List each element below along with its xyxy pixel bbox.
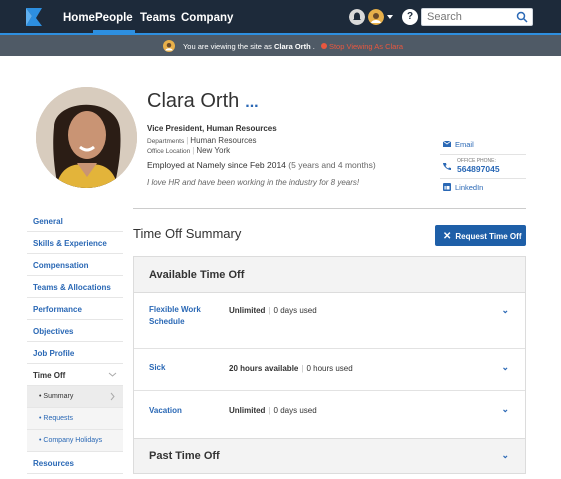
close-icon: ✕ bbox=[443, 231, 452, 242]
available-time-off-header: Available Time Off bbox=[134, 257, 525, 293]
nav-company[interactable]: Company bbox=[181, 0, 233, 33]
time-off-primary: 20 hours available bbox=[229, 364, 299, 373]
request-time-off-button[interactable]: ✕ Request Time Off bbox=[435, 225, 526, 246]
profile-name-row: Clara Orth... bbox=[147, 90, 259, 113]
namely-logo-icon[interactable] bbox=[22, 6, 46, 28]
chevron-down-icon[interactable] bbox=[385, 9, 395, 25]
profile-job-title: Vice President, Human Resources bbox=[147, 124, 277, 133]
profile-bio: I love HR and have been working in the i… bbox=[147, 178, 360, 187]
linkedin-label: LinkedIn bbox=[455, 183, 484, 192]
time-off-balance: 20 hours available | 0 hours used bbox=[229, 364, 353, 373]
nav-teams[interactable]: Teams bbox=[140, 0, 176, 33]
past-time-off-header[interactable]: Past Time Off ⌄ bbox=[134, 439, 525, 473]
past-time-off-label: Past Time Off bbox=[149, 450, 220, 462]
employed-since: Employed at Namely since Feb 2014 bbox=[147, 160, 286, 170]
banner-suffix: . bbox=[310, 42, 315, 51]
sidebar-item-resources[interactable]: Resources bbox=[27, 452, 123, 474]
view-as-avatar-icon bbox=[163, 40, 175, 52]
email-label: Email bbox=[455, 140, 474, 149]
available-time-off-card: Available Time Off Flexible Work Schedul… bbox=[133, 256, 526, 461]
banner-user-name: Clara Orth bbox=[273, 42, 311, 51]
profile-office: Office Location | New York bbox=[147, 146, 231, 155]
departments-label: Departments bbox=[147, 138, 185, 145]
profile-departments: Departments | Human Resources bbox=[147, 136, 257, 145]
time-off-type[interactable]: Flexible Work Schedule bbox=[149, 304, 219, 328]
view-as-message: You are viewing the site as Clara Orth .… bbox=[163, 40, 403, 52]
profile-photo-image bbox=[36, 87, 137, 188]
user-avatar-icon[interactable] bbox=[368, 9, 384, 25]
time-off-primary: Unlimited bbox=[229, 306, 266, 315]
notifications-icon[interactable] bbox=[349, 9, 365, 25]
stop-viewing-label: Stop Viewing As Clara bbox=[328, 42, 404, 51]
search-icon[interactable] bbox=[516, 11, 528, 23]
time-off-type[interactable]: Vacation bbox=[149, 405, 182, 417]
time-off-row[interactable]: Flexible Work Schedule Unlimited | 0 days … bbox=[134, 293, 525, 349]
search-placeholder: Search bbox=[427, 11, 462, 23]
sidebar-item-job-profile[interactable]: Job Profile bbox=[27, 342, 123, 364]
chevron-down-icon[interactable]: ⌄ bbox=[501, 362, 509, 373]
request-time-off-label: Request Time Off bbox=[455, 232, 522, 241]
view-as-banner: You are viewing the site as Clara Orth .… bbox=[0, 33, 561, 56]
office-label: Office Location bbox=[147, 148, 191, 155]
sidebar-subitem-requests[interactable]: • Requests bbox=[27, 408, 123, 430]
chevron-down-icon[interactable]: ⌄ bbox=[501, 305, 509, 316]
banner-prefix: You are viewing the site as bbox=[182, 42, 274, 51]
linkedin-icon bbox=[443, 183, 451, 191]
email-link[interactable]: Email bbox=[442, 140, 474, 149]
sidebar-item-compensation[interactable]: Compensation bbox=[27, 254, 123, 276]
office-phone-number[interactable]: 564897045 bbox=[457, 164, 500, 174]
chevron-down-icon[interactable]: ⌄ bbox=[501, 450, 509, 461]
time-off-used: 0 days used bbox=[273, 406, 317, 415]
sidebar-item-general[interactable]: General bbox=[27, 210, 123, 232]
past-time-off-card[interactable]: Past Time Off ⌄ bbox=[133, 438, 526, 474]
header-divider bbox=[133, 208, 526, 209]
sidebar-subitem-summary[interactable]: • Summary bbox=[27, 386, 123, 408]
sidebar-item-skills-experience[interactable]: Skills & Experience bbox=[27, 232, 123, 254]
sidebar-subitem-company-holidays[interactable]: • Company Holidays bbox=[27, 430, 123, 452]
departments-value[interactable]: Human Resources bbox=[190, 136, 256, 145]
chevron-right-icon bbox=[110, 392, 115, 401]
time-off-used: 0 days used bbox=[273, 306, 317, 315]
profile-sidebar: General Skills & Experience Compensation… bbox=[27, 210, 123, 474]
office-value: New York bbox=[196, 146, 231, 155]
sidebar-item-teams-allocations[interactable]: Teams & Allocations bbox=[27, 276, 123, 298]
time-off-balance: Unlimited | 0 days used bbox=[229, 306, 317, 315]
profile-photo bbox=[36, 87, 137, 188]
stop-viewing-link[interactable]: Stop Viewing As Clara bbox=[320, 42, 404, 51]
sidebar-item-objectives[interactable]: Objectives bbox=[27, 320, 123, 342]
search-input[interactable]: Search bbox=[421, 8, 533, 26]
phone-icon bbox=[443, 163, 451, 170]
time-off-used: 0 hours used bbox=[306, 364, 353, 373]
nav-home[interactable]: Home bbox=[63, 0, 95, 33]
employment-tenure: (5 years and 4 months) bbox=[288, 160, 376, 170]
time-off-row[interactable]: Vacation Unlimited | 0 days used ⌄ bbox=[134, 391, 525, 433]
linkedin-link[interactable]: LinkedIn bbox=[443, 183, 483, 192]
help-icon[interactable]: ? bbox=[402, 9, 418, 25]
time-off-type[interactable]: Sick bbox=[149, 362, 165, 374]
contact-divider bbox=[440, 154, 526, 155]
top-nav-bar: Home People Teams Company ? Search bbox=[0, 0, 561, 33]
time-off-summary-title: Time Off Summary bbox=[133, 226, 242, 241]
time-off-row[interactable]: Sick 20 hours available | 0 hours used ⌄ bbox=[134, 349, 525, 391]
chevron-down-icon bbox=[108, 372, 117, 377]
sidebar-item-performance[interactable]: Performance bbox=[27, 298, 123, 320]
contact-divider bbox=[440, 178, 526, 179]
sidebar-item-time-off[interactable]: Time Off bbox=[27, 364, 123, 386]
employment-info: Employed at Namely since Feb 2014 (5 yea… bbox=[147, 160, 376, 170]
nav-people[interactable]: People bbox=[93, 0, 135, 33]
more-options-button[interactable]: ... bbox=[245, 94, 258, 111]
stop-icon bbox=[320, 43, 327, 49]
envelope-icon bbox=[442, 140, 452, 147]
profile-name: Clara Orth bbox=[147, 90, 240, 112]
chevron-down-icon[interactable]: ⌄ bbox=[501, 404, 509, 415]
time-off-balance: Unlimited | 0 days used bbox=[229, 406, 317, 415]
sidebar-subitem-summary-label: • Summary bbox=[39, 393, 74, 400]
sidebar-item-time-off-label: Time Off bbox=[33, 371, 66, 380]
time-off-primary: Unlimited bbox=[229, 406, 266, 415]
